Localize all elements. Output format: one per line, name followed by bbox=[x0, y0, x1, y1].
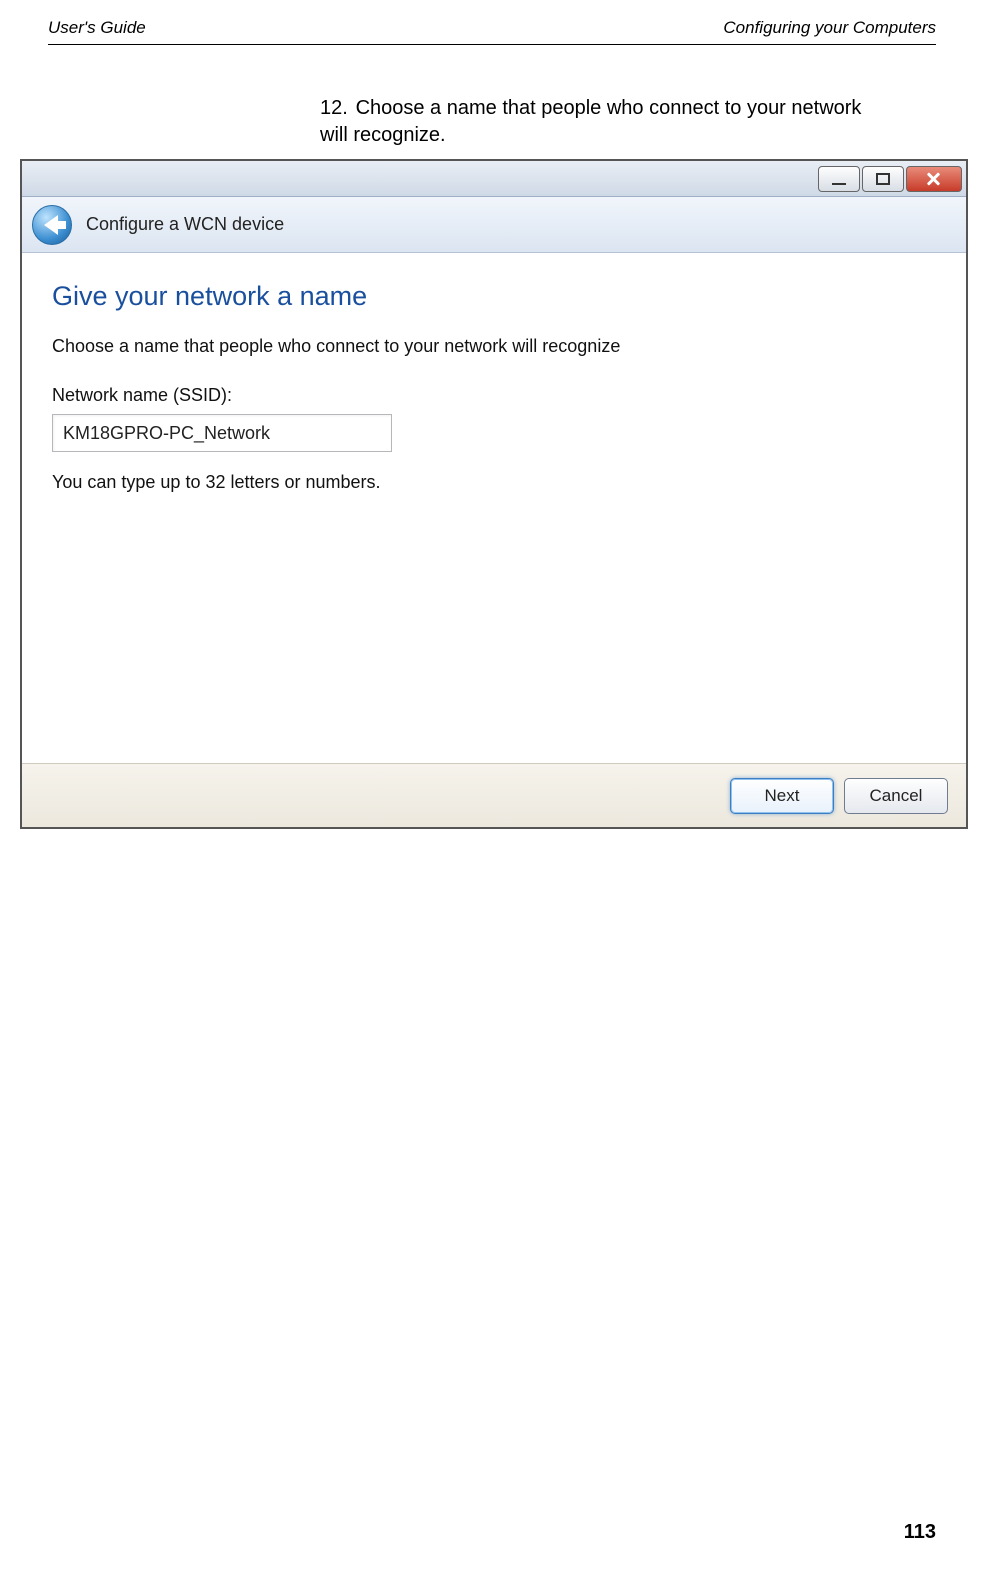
close-button[interactable] bbox=[906, 166, 962, 192]
minimize-icon bbox=[832, 173, 846, 185]
ssid-label: Network name (SSID): bbox=[52, 385, 936, 406]
step-body: Choose a name that people who connect to… bbox=[320, 97, 861, 146]
wizard-button-bar: Next Cancel bbox=[22, 763, 966, 827]
step-instruction: 12. Choose a name that people who connec… bbox=[320, 95, 884, 149]
ssid-input[interactable] bbox=[52, 414, 392, 452]
close-icon bbox=[925, 172, 943, 186]
breadcrumb-text: Configure a WCN device bbox=[86, 214, 284, 235]
wizard-content: Give your network a name Choose a name t… bbox=[22, 253, 966, 763]
step-number: 12. bbox=[320, 95, 350, 122]
minimize-button[interactable] bbox=[818, 166, 860, 192]
back-button[interactable] bbox=[32, 205, 72, 245]
page-number: 113 bbox=[904, 1521, 936, 1544]
breadcrumb-bar: Configure a WCN device bbox=[22, 197, 966, 253]
window-title-bar bbox=[22, 161, 966, 197]
back-arrow-icon bbox=[44, 215, 58, 235]
ssid-hint: You can type up to 32 letters or numbers… bbox=[52, 472, 936, 493]
wizard-subtitle: Choose a name that people who connect to… bbox=[52, 336, 936, 357]
maximize-icon bbox=[876, 173, 890, 185]
wizard-window: Configure a WCN device Give your network… bbox=[20, 159, 968, 829]
page-header: User's Guide Configuring your Computers bbox=[48, 0, 936, 45]
wizard-title: Give your network a name bbox=[52, 281, 936, 312]
next-button[interactable]: Next bbox=[730, 778, 834, 814]
header-right: Configuring your Computers bbox=[723, 18, 936, 38]
header-left: User's Guide bbox=[48, 18, 146, 38]
cancel-button[interactable]: Cancel bbox=[844, 778, 948, 814]
maximize-button[interactable] bbox=[862, 166, 904, 192]
